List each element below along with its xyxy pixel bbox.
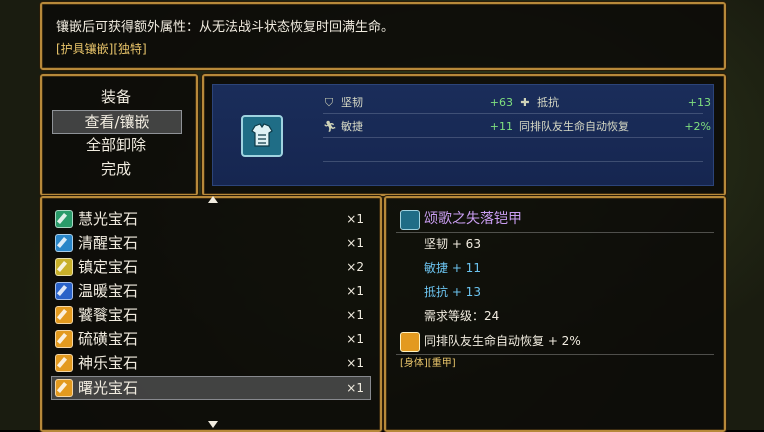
command-view-socket[interactable]: 查看/镶嵌: [52, 110, 182, 134]
equipment-name: 颂歌之失落铠甲: [424, 211, 522, 227]
gem-icon: [55, 330, 73, 348]
gem-icon: [55, 258, 73, 276]
stat-divider: [323, 161, 703, 162]
gem-icon: [55, 210, 73, 228]
stat-row-regen-value: +2%: [684, 120, 711, 133]
stat-divider: [323, 113, 703, 114]
stat-row-regen: 同排队友生命自动恢复: [519, 120, 629, 133]
gem-item[interactable]: 镇定宝石 ×2: [52, 256, 370, 278]
gem-item[interactable]: 硫磺宝石 ×1: [52, 328, 370, 350]
stat-agility: 🏃︎ 敏捷: [323, 120, 363, 133]
running-icon: 🏃︎: [323, 120, 337, 133]
equipment-detail-window: 颂歌之失落铠甲 坚韧 + 63 敏捷 + 11 抵抗 + 13 需求等级：24 …: [384, 196, 726, 432]
stat-toughness: ⛉ 坚韧: [324, 96, 363, 109]
command-equip[interactable]: 装备: [52, 86, 180, 108]
gem-icon: [55, 379, 73, 397]
shield-icon: ⛉: [324, 96, 334, 109]
gem-item[interactable]: 慧光宝石 ×1: [52, 208, 370, 230]
stat-agility-value: +11: [489, 120, 513, 133]
detail-passive: 同排队友生命自动恢复 + 2%: [424, 334, 581, 348]
detail-divider: [396, 354, 714, 355]
gem-list-window: 慧光宝石 ×1 清醒宝石 ×1 镇定宝石 ×2 温暖宝石 ×1 饕餮宝石 ×1 …: [40, 196, 382, 432]
command-done[interactable]: 完成: [52, 158, 180, 180]
scroll-up-arrow-icon[interactable]: [208, 196, 218, 203]
detail-requirement: 需求等级：24: [424, 309, 500, 323]
detail-divider: [396, 232, 714, 233]
gem-item[interactable]: 神乐宝石 ×1: [52, 352, 370, 374]
armor-icon: [241, 115, 283, 157]
command-unequip-all[interactable]: 全部卸除: [52, 134, 180, 156]
gem-item[interactable]: 饕餮宝石 ×1: [52, 304, 370, 326]
command-menu: 装备 查看/镶嵌 全部卸除 完成: [40, 74, 198, 196]
help-tags: [护具镶嵌][独特]: [56, 42, 147, 56]
help-window: 镶嵌后可获得额外属性：从无法战斗状态恢复时回满生命。 [护具镶嵌][独特]: [40, 2, 726, 70]
detail-tags: [身体][重甲]: [400, 358, 456, 369]
stat-divider: [323, 137, 703, 138]
gem-item-selected[interactable]: 曙光宝石 ×1: [51, 376, 371, 400]
detail-stat-line: 敏捷 + 11: [424, 261, 481, 275]
cross-icon: ✚: [520, 96, 530, 109]
stat-toughness-value: +63: [489, 96, 513, 109]
status-window: ⛉ 坚韧 +63 ✚ 抵抗 +13 🏃︎ 敏捷 +11 同排队友生命自动恢复 +2%: [202, 74, 726, 196]
detail-stat-line: 坚韧 + 63: [424, 237, 481, 251]
detail-stat-line: 抵抗 + 13: [424, 285, 481, 299]
gem-item[interactable]: 清醒宝石 ×1: [52, 232, 370, 254]
armor-icon: [400, 210, 420, 230]
gem-icon: [400, 332, 420, 352]
help-description: 镶嵌后可获得额外属性：从无法战斗状态恢复时回满生命。: [56, 20, 395, 35]
status-inner-panel: ⛉ 坚韧 +63 ✚ 抵抗 +13 🏃︎ 敏捷 +11 同排队友生命自动恢复 +2%: [212, 84, 714, 186]
scroll-down-arrow-icon[interactable]: [208, 421, 218, 428]
gem-icon: [55, 306, 73, 324]
gem-item[interactable]: 温暖宝石 ×1: [52, 280, 370, 302]
stat-resistance-value: +13: [687, 96, 711, 109]
gem-icon: [55, 354, 73, 372]
stat-resistance: ✚ 抵抗: [520, 96, 559, 109]
gem-icon: [55, 282, 73, 300]
gem-icon: [55, 234, 73, 252]
